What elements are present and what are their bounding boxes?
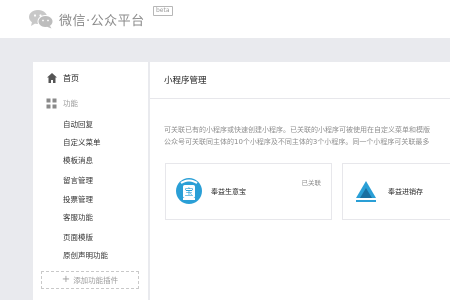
sidebar-item-template-message[interactable]: 模板消息 bbox=[63, 156, 93, 166]
sidebar-item-home[interactable]: 首页 bbox=[33, 68, 148, 88]
description-line: 可关联已有的小程序或快速创建小程序。已关联的小程序可被使用在自定义菜单和模版 bbox=[164, 126, 430, 134]
app-name: 奉益生意宝 bbox=[211, 188, 246, 196]
svg-text:宝: 宝 bbox=[184, 186, 193, 198]
grid-icon bbox=[46, 98, 57, 108]
sidebar-item-vote-management[interactable]: 投票管理 bbox=[63, 195, 93, 205]
sidebar-item-comment-management[interactable]: 留言管理 bbox=[63, 176, 93, 186]
app-name: 奉益进销存 bbox=[388, 188, 423, 196]
title-divider bbox=[150, 98, 450, 99]
triangle-app-icon bbox=[356, 181, 376, 202]
top-bar: 微信·公众平台 beta bbox=[0, 0, 450, 38]
sidebar-item-original-declaration[interactable]: 原创声明功能 bbox=[63, 251, 108, 261]
sidebar-item-custom-menu[interactable]: 自定义菜单 bbox=[63, 138, 101, 148]
plus-icon: + bbox=[61, 274, 71, 285]
bao-app-icon: 宝 bbox=[176, 178, 202, 204]
sidebar-item-customer-service[interactable]: 客服功能 bbox=[63, 213, 93, 223]
main-panel: 小程序管理 可关联已有的小程序或快速创建小程序。已关联的小程序可被使用在自定义菜… bbox=[150, 62, 450, 300]
sidebar-group-label: 功能 bbox=[63, 98, 78, 108]
sidebar-item-label: 首页 bbox=[63, 73, 79, 83]
sidebar-group-function: 功能 bbox=[33, 94, 148, 112]
sidebar: 首页 功能 自动回复 自定义菜单 模板消息 留言管理 投票管理 客服功能 页面模… bbox=[33, 62, 148, 300]
beta-badge: beta bbox=[153, 6, 173, 16]
add-plugin-button[interactable]: + 添加功能插件 bbox=[41, 271, 139, 289]
description-line: 公众号可关联同主体的10个小程序及不同主体的3个小程序。同一个小程序可关联最多 bbox=[164, 138, 430, 146]
sidebar-item-page-template[interactable]: 页面模版 bbox=[63, 233, 93, 243]
status-badge: 已关联 bbox=[301, 179, 322, 187]
add-plugin-label: 添加功能插件 bbox=[73, 275, 119, 285]
mini-program-card[interactable]: 奉益进销存 bbox=[342, 163, 450, 220]
mini-program-card[interactable]: 宝 奉益生意宝 已关联 bbox=[165, 163, 332, 220]
platform-title: 微信·公众平台 bbox=[59, 14, 145, 29]
wechat-logo-icon[interactable] bbox=[28, 9, 54, 29]
home-icon bbox=[47, 73, 57, 83]
sidebar-item-auto-reply[interactable]: 自动回复 bbox=[63, 120, 93, 130]
page-title: 小程序管理 bbox=[164, 76, 207, 86]
